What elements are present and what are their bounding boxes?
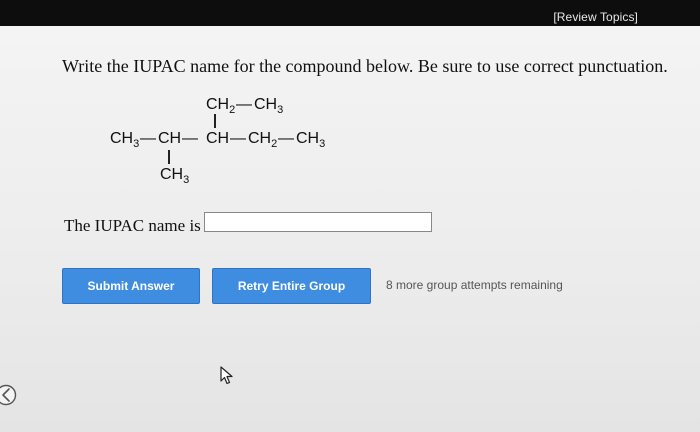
chain-bond-3: —	[230, 130, 246, 147]
review-topics-link[interactable]: [Review Topics]	[553, 10, 638, 24]
chevron-left-icon[interactable]	[0, 383, 18, 407]
question-panel: Write the IUPAC name for the compound be…	[0, 26, 700, 432]
chain-bond-1: —	[140, 130, 156, 147]
chain-bond-2: —	[182, 130, 198, 147]
question-prompt: Write the IUPAC name for the compound be…	[62, 56, 668, 76]
top-bar: [Review Topics]	[0, 0, 700, 26]
attempts-remaining-text: 8 more group attempts remaining	[386, 278, 563, 292]
chain-c2: CH	[158, 130, 182, 147]
vertical-bond-bottom	[168, 150, 170, 164]
chain-c5: CH3	[296, 130, 326, 151]
retry-entire-group-button[interactable]: Retry Entire Group	[212, 268, 371, 304]
chain-c1: CH3	[110, 130, 140, 151]
chain-c3: CH	[206, 130, 230, 147]
submit-answer-button[interactable]: Submit Answer	[62, 268, 200, 304]
branch-ch2: CH2	[206, 96, 236, 117]
chain-bond-4: —	[278, 130, 294, 147]
iupac-name-input[interactable]	[204, 212, 432, 232]
answer-label: The IUPAC name is	[64, 216, 201, 235]
branch-bottom-ch3: CH3	[160, 166, 190, 187]
vertical-bond-top	[214, 114, 216, 128]
branch-bond: —	[236, 96, 252, 113]
structural-formula: CH2 — CH3 CH3 — CH — CH — CH2 — CH3 CH3	[110, 92, 370, 192]
branch-ch3: CH3	[254, 96, 284, 117]
chain-c4: CH2	[248, 130, 278, 151]
mouse-pointer-icon	[220, 366, 233, 385]
